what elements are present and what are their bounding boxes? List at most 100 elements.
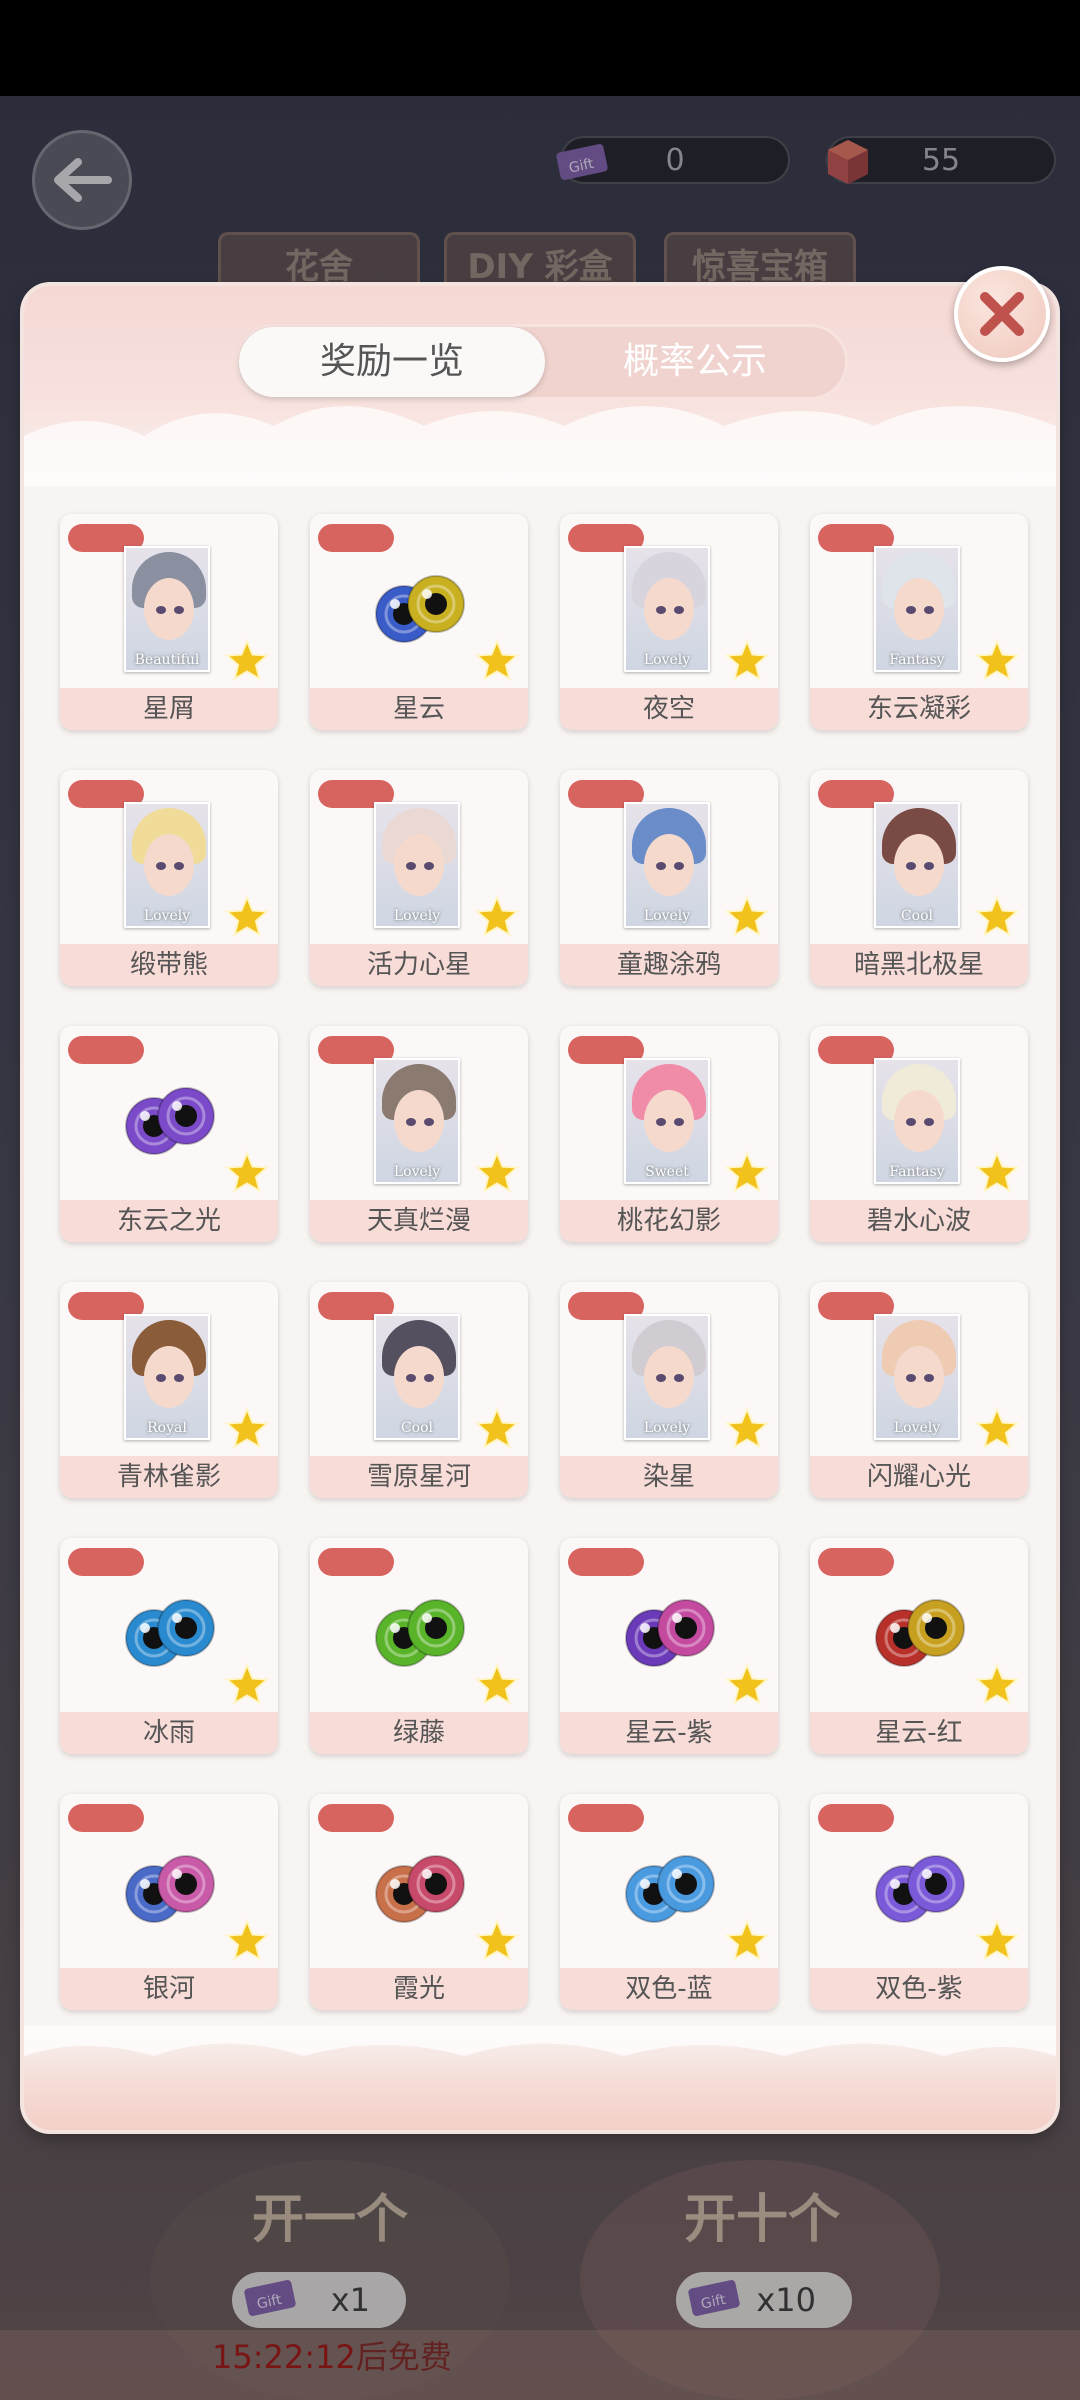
reward-panel: Beautiful 星屑 星云 Lovely 夜空 Fantasy 东云凝彩 Lovely 缎带…	[24, 286, 1056, 2130]
card-label: 活力心星	[310, 944, 528, 986]
star-icon	[974, 1406, 1020, 1450]
card-label: 闪耀心光	[810, 1456, 1028, 1498]
portrait-style-tag: Fantasy	[889, 1164, 945, 1180]
card-label: 东云凝彩	[810, 688, 1028, 730]
portrait-image: Lovely	[624, 802, 710, 928]
portrait-image: Beautiful	[124, 546, 210, 672]
reward-card[interactable]: 双色-紫	[810, 1794, 1028, 2010]
card-label: 星云-红	[810, 1712, 1028, 1754]
star-icon	[974, 638, 1020, 682]
reward-card[interactable]: Lovely 闪耀心光	[810, 1282, 1028, 1498]
portrait-style-tag: Sweet	[645, 1164, 689, 1180]
reward-card[interactable]: Sweet 桃花幻影	[560, 1026, 778, 1242]
star-icon	[474, 894, 520, 938]
reward-card[interactable]: 绿藤	[310, 1538, 528, 1754]
portrait-face	[644, 1346, 694, 1408]
contact-lens-icon	[125, 1855, 215, 1923]
reward-card[interactable]: 东云之光	[60, 1026, 278, 1242]
portrait-image: Lovely	[124, 802, 210, 928]
card-label: 夜空	[560, 688, 778, 730]
star-icon	[974, 894, 1020, 938]
reward-card[interactable]: 霞光	[310, 1794, 528, 2010]
portrait-face	[144, 834, 194, 896]
card-tag	[318, 524, 394, 552]
portrait-image: Royal	[124, 1314, 210, 1440]
portrait-style-tag: Lovely	[143, 908, 191, 924]
portrait-face	[644, 1090, 694, 1152]
star-icon	[224, 1406, 270, 1450]
portrait-style-tag: Cool	[900, 908, 934, 924]
portrait-image: Fantasy	[874, 1058, 960, 1184]
portrait-image: Cool	[874, 802, 960, 928]
reward-card[interactable]: Fantasy 碧水心波	[810, 1026, 1028, 1242]
portrait-image: Lovely	[374, 1058, 460, 1184]
reward-card[interactable]: Lovely 活力心星	[310, 770, 528, 986]
reward-card[interactable]: 银河	[60, 1794, 278, 2010]
reward-card[interactable]: Cool 暗黑北极星	[810, 770, 1028, 986]
reward-card[interactable]: 星云-红	[810, 1538, 1028, 1754]
card-label: 银河	[60, 1968, 278, 2010]
reward-card[interactable]: 双色-蓝	[560, 1794, 778, 2010]
reward-card[interactable]: Lovely 天真烂漫	[310, 1026, 528, 1242]
portrait-style-tag: Lovely	[643, 1420, 691, 1436]
card-label: 双色-紫	[810, 1968, 1028, 2010]
portrait-eye	[174, 862, 184, 870]
portrait-face	[644, 834, 694, 896]
portrait-image: Fantasy	[874, 546, 960, 672]
reward-card[interactable]: 星云	[310, 514, 528, 730]
card-label: 星屑	[60, 688, 278, 730]
reward-card[interactable]: Beautiful 星屑	[60, 514, 278, 730]
contact-lens-icon	[375, 1855, 465, 1923]
reward-card[interactable]: Lovely 缎带熊	[60, 770, 278, 986]
card-label: 缎带熊	[60, 944, 278, 986]
portrait-face	[894, 578, 944, 640]
portrait-style-tag: Lovely	[893, 1420, 941, 1436]
star-icon	[724, 1662, 770, 1706]
contact-lens-icon	[125, 1087, 215, 1155]
portrait-image: Lovely	[624, 546, 710, 672]
portrait-image: Sweet	[624, 1058, 710, 1184]
portrait-style-tag: Royal	[147, 1420, 187, 1436]
portrait-eye	[674, 1118, 684, 1126]
reward-card[interactable]: Fantasy 东云凝彩	[810, 514, 1028, 730]
star-icon	[224, 1150, 270, 1194]
portrait-eye	[674, 862, 684, 870]
star-icon	[224, 894, 270, 938]
portrait-face	[894, 834, 944, 896]
panel-footer	[24, 2026, 1056, 2130]
star-icon	[474, 638, 520, 682]
tab-probability[interactable]: 概率公示	[545, 327, 845, 397]
reward-card[interactable]: Royal 青林雀影	[60, 1282, 278, 1498]
reward-card[interactable]: Lovely 染星	[560, 1282, 778, 1498]
portrait-eye	[924, 1118, 934, 1126]
contact-lens-icon	[625, 1855, 715, 1923]
tab-rewards[interactable]: 奖励一览	[239, 327, 545, 397]
portrait-eye	[174, 1374, 184, 1382]
portrait-face	[394, 834, 444, 896]
star-icon	[474, 1406, 520, 1450]
reward-card[interactable]: 冰雨	[60, 1538, 278, 1754]
reward-card[interactable]: Lovely 夜空	[560, 514, 778, 730]
portrait-eye	[656, 1118, 666, 1126]
close-icon	[980, 292, 1024, 336]
portrait-eye	[906, 862, 916, 870]
reward-card[interactable]: 星云-紫	[560, 1538, 778, 1754]
card-tag	[318, 1548, 394, 1576]
card-label: 冰雨	[60, 1712, 278, 1754]
card-label: 双色-蓝	[560, 1968, 778, 2010]
portrait-eye	[406, 1118, 416, 1126]
star-icon	[974, 1918, 1020, 1962]
reward-card[interactable]: Cool 雪原星河	[310, 1282, 528, 1498]
portrait-style-tag: Lovely	[393, 908, 441, 924]
portrait-eye	[656, 862, 666, 870]
portrait-face	[894, 1090, 944, 1152]
star-icon	[724, 1150, 770, 1194]
tab-switch: 奖励一览 概率公示	[236, 324, 848, 400]
card-tag	[568, 1548, 644, 1576]
star-icon	[974, 1150, 1020, 1194]
card-label: 染星	[560, 1456, 778, 1498]
close-button[interactable]	[954, 266, 1050, 362]
card-tag	[68, 1804, 144, 1832]
portrait-eye	[156, 606, 166, 614]
reward-card[interactable]: Lovely 童趣涂鸦	[560, 770, 778, 986]
